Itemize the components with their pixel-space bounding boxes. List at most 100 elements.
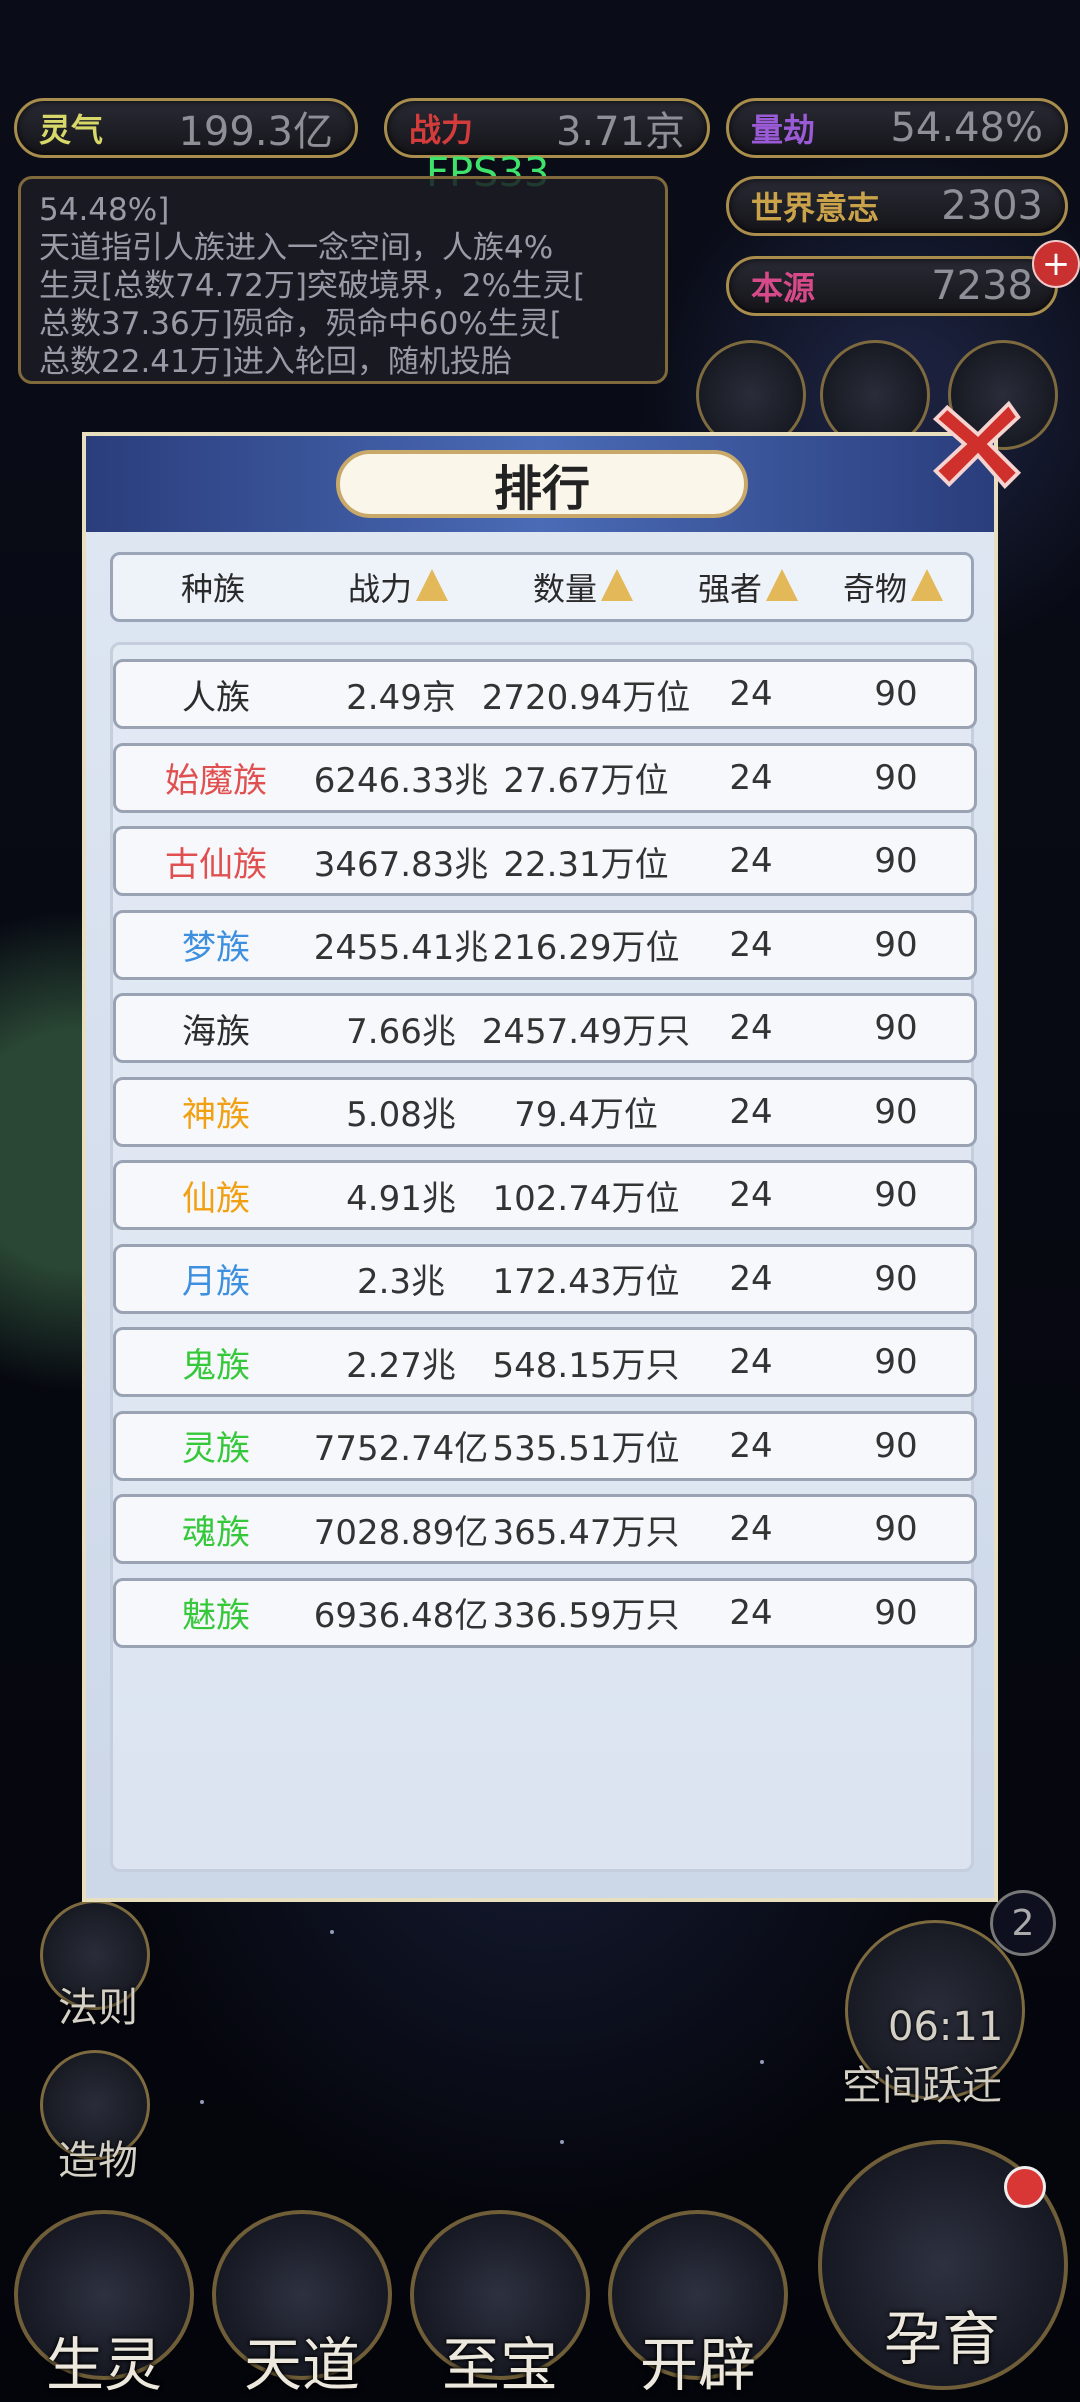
- zhi-bao-label: 至宝: [441, 2331, 558, 2399]
- cell-count: 365.47万只: [492, 1512, 680, 1553]
- stat-label: 量劫: [751, 111, 816, 149]
- col-strong[interactable]: 强者: [683, 555, 813, 619]
- col-treasure-label: 奇物: [842, 570, 907, 608]
- stat-label: 世界意志: [751, 189, 880, 227]
- col-race[interactable]: 种族: [113, 555, 313, 619]
- stat-lingqi[interactable]: 灵气 199.3亿: [14, 98, 358, 158]
- stat-origin[interactable]: 本源 7238: [726, 256, 1058, 316]
- close-icon[interactable]: [930, 396, 1026, 492]
- cell-treasure: 90: [874, 1258, 918, 1299]
- stat-value: 199.3亿: [178, 109, 333, 155]
- cell-power: 6246.33兆: [313, 761, 489, 801]
- space-jump-label: 空间跃迁: [842, 2063, 1002, 2109]
- cell-race: 始魔族: [165, 761, 267, 801]
- col-race-label: 种族: [180, 570, 245, 608]
- ranking-list[interactable]: 人族 2.49京 2720.94万位 24 90 始魔族 6246.33兆 27.67万位 24…: [110, 642, 977, 1872]
- stat-world-will[interactable]: 世界意志 2303: [726, 176, 1068, 236]
- log-line: 天道指引人族进入一念空间，人族4%: [39, 230, 554, 266]
- table-row[interactable]: 魂族 7028.89亿 365.47万只 24 90: [113, 1494, 977, 1564]
- stat-label: 本源: [751, 269, 816, 307]
- kai-pi-label: 开辟: [639, 2331, 756, 2399]
- table-row[interactable]: 神族 5.08兆 79.4万位 24 90: [113, 1076, 977, 1147]
- table-row[interactable]: 魅族 6936.48亿 336.59万只 24 90: [113, 1577, 977, 1648]
- table-row[interactable]: 海族 7.66兆 2457.49万只 24 90: [113, 993, 977, 1063]
- cell-strong: 24: [729, 1592, 773, 1633]
- cell-treasure: 90: [874, 1342, 918, 1382]
- cell-strong: 24: [729, 1258, 773, 1299]
- cell-race: 魂族: [182, 1512, 250, 1553]
- tian-dao-label: 天道: [243, 2331, 360, 2399]
- col-power-label: 战力: [347, 570, 412, 608]
- col-strong-label: 强者: [697, 570, 762, 608]
- sheng-ling-label: 生灵: [45, 2331, 162, 2399]
- cell-strong: 24: [729, 674, 773, 714]
- cell-power: 2455.41兆: [313, 928, 489, 968]
- countdown-timer: 06:11: [888, 2004, 1004, 2050]
- yun-yu-label: 孕育: [883, 2305, 1000, 2373]
- col-count[interactable]: 数量: [483, 555, 683, 619]
- sort-arrow-icon: [911, 569, 943, 601]
- fa-ze-label: 法则: [58, 1985, 138, 2031]
- col-power[interactable]: 战力: [313, 555, 483, 619]
- stat-label: 灵气: [39, 111, 104, 149]
- stat-value: 7238: [931, 263, 1033, 309]
- cell-strong: 24: [729, 1425, 773, 1466]
- cell-treasure: 90: [874, 1425, 918, 1466]
- cell-count: 535.51万位: [492, 1429, 680, 1469]
- table-row[interactable]: 仙族 4.91兆 102.74万位 24 90: [113, 1160, 977, 1230]
- cell-power: 7752.74亿: [313, 1429, 489, 1469]
- cell-race: 灵族: [182, 1429, 250, 1469]
- stat-value: 3.71京: [555, 109, 685, 155]
- cell-power: 7028.89亿: [313, 1512, 489, 1553]
- log-line: 总数37.36万]殒命，殒命中60%生灵[: [39, 306, 562, 342]
- sort-arrow-icon: [416, 569, 448, 601]
- cell-treasure: 90: [874, 1509, 918, 1549]
- table-row[interactable]: 始魔族 6246.33兆 27.67万位 24 90: [113, 742, 977, 813]
- cell-count: 102.74万位: [492, 1178, 680, 1219]
- origin-plus-icon[interactable]: +: [1032, 240, 1080, 288]
- cell-race: 仙族: [182, 1178, 250, 1219]
- cell-treasure: 90: [874, 757, 918, 798]
- cell-strong: 24: [729, 1175, 773, 1215]
- cell-power: 3467.83兆: [313, 844, 489, 885]
- cell-count: 548.15万只: [492, 1345, 680, 1386]
- cell-race: 魅族: [182, 1596, 250, 1636]
- cell-race: 古仙族: [165, 844, 267, 885]
- stat-zhanli[interactable]: 战力 3.71京: [384, 98, 710, 158]
- cell-race: 月族: [182, 1262, 250, 1302]
- stat-value: 54.48%: [890, 105, 1043, 151]
- cell-race: 人族: [182, 677, 250, 718]
- cell-race: 鬼族: [182, 1345, 250, 1386]
- cell-race: 梦族: [182, 928, 250, 968]
- table-row[interactable]: 月族 2.3兆 172.43万位 24 90: [113, 1243, 977, 1314]
- dialog-title: 排行: [336, 450, 748, 518]
- cell-strong: 24: [729, 757, 773, 798]
- cell-power: 2.49京: [346, 677, 456, 718]
- table-row[interactable]: 古仙族 3467.83兆 22.31万位 24 90: [113, 826, 977, 896]
- cell-strong: 24: [729, 1509, 773, 1549]
- table-row[interactable]: 鬼族 2.27兆 548.15万只 24 90: [113, 1327, 977, 1397]
- cell-treasure: 90: [874, 1091, 918, 1132]
- cell-race: 神族: [182, 1095, 250, 1135]
- col-treasure[interactable]: 奇物: [813, 555, 973, 619]
- cell-power: 6936.48亿: [313, 1596, 489, 1636]
- table-header: 种族 战力 数量 强者 奇物: [110, 552, 974, 622]
- cell-power: 5.08兆: [346, 1095, 456, 1135]
- notification-badge: 2: [990, 1890, 1056, 1956]
- table-row[interactable]: 梦族 2455.41兆 216.29万位 24 90: [113, 909, 977, 980]
- cell-race: 海族: [182, 1011, 250, 1052]
- cell-count: 172.43万位: [492, 1262, 680, 1302]
- stat-liangjie[interactable]: 量劫 54.48%: [726, 98, 1068, 158]
- table-row[interactable]: 灵族 7752.74亿 535.51万位 24 90: [113, 1410, 977, 1481]
- event-log: 54.48%] 天道指引人族进入一念空间，人族4% 生灵[总数74.72万]突破…: [18, 176, 668, 384]
- log-line: 54.48%]: [39, 192, 170, 228]
- table-row[interactable]: 人族 2.49京 2720.94万位 24 90: [113, 659, 977, 729]
- cell-count: 2457.49万只: [481, 1011, 691, 1052]
- cell-treasure: 90: [874, 924, 918, 965]
- cell-strong: 24: [729, 924, 773, 965]
- cell-count: 22.31万位: [503, 844, 669, 885]
- cell-count: 79.4万位: [514, 1095, 658, 1135]
- cell-power: 4.91兆: [346, 1178, 456, 1219]
- cell-treasure: 90: [874, 674, 918, 714]
- cell-treasure: 90: [874, 841, 918, 881]
